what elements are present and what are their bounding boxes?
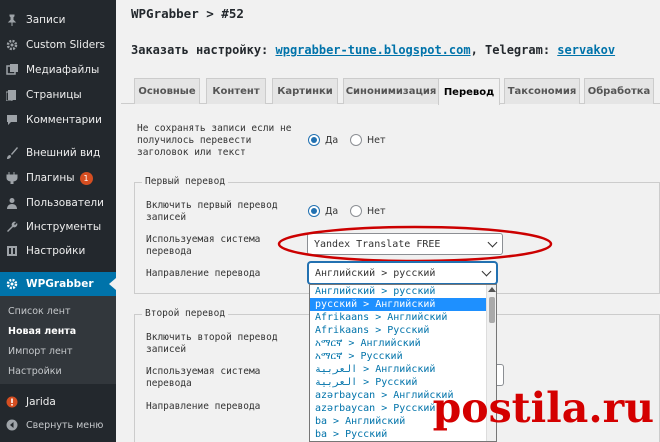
dropdown-option[interactable]: አማርኛ > Русский (310, 350, 487, 363)
no-save-label: Не сохранять записи если не получилось п… (137, 123, 292, 158)
admin-sidebar: Записи Custom Sliders Медиафайлы Страниц… (0, 0, 116, 442)
page-title: WPGrabber > #52 (131, 6, 244, 21)
dropdown-option[interactable]: русский > Английский (310, 298, 487, 311)
tab-taxonomy[interactable]: Таксономия (504, 78, 580, 104)
sidebar-item-users[interactable]: Пользователи (0, 191, 116, 215)
select-value: Английский > русский (315, 267, 436, 279)
comment-icon (6, 114, 18, 126)
sidebar-item-jarida[interactable]: Jarida (0, 390, 116, 414)
sidebar-item-custom-sliders[interactable]: Custom Sliders (0, 33, 116, 57)
dropdown-option[interactable]: አማርኛ > Английский (310, 337, 487, 350)
collapse-icon (6, 419, 18, 431)
dropdown-option[interactable]: Английский > русский (310, 285, 487, 298)
tab-synonymize[interactable]: Синонимизация (343, 78, 439, 104)
wrench-icon (6, 221, 18, 233)
submenu-item-new-feed[interactable]: Новая лента (8, 326, 76, 337)
chevron-down-icon (481, 266, 492, 277)
wpgrabber-submenu: Список лент Новая лента Импорт лент Наст… (0, 296, 116, 384)
scroll-thumb[interactable] (489, 297, 495, 323)
enable-first-no-label: Нет (367, 206, 386, 217)
update-count-badge: 1 (79, 171, 93, 185)
tab-translate[interactable]: Перевод (438, 78, 500, 105)
sidebar-item-label: Свернуть меню (26, 419, 104, 431)
pin-icon (6, 14, 18, 26)
no-save-yes-radio[interactable] (308, 134, 320, 146)
sidebar-item-label: Записи (26, 14, 66, 26)
submenu-item-import[interactable]: Импорт лент (8, 346, 73, 357)
no-save-no-radio[interactable] (350, 134, 362, 146)
enable-first-label: Включить первый перевод записей (146, 200, 278, 223)
sidebar-item-media[interactable]: Медиафайлы (0, 58, 116, 82)
enable-first-yes-radio[interactable] (308, 205, 320, 217)
gear-icon (6, 278, 18, 290)
tune-order-line: Заказать настройку: wpgrabber-tune.blogs… (131, 43, 615, 57)
brush-icon (6, 147, 18, 159)
tab-content[interactable]: Контент (206, 78, 266, 104)
second-translation-title: Второй перевод (142, 308, 229, 319)
translation-direction-select[interactable]: Английский > русский (308, 262, 497, 284)
sidebar-item-label: Настройки (26, 245, 86, 257)
sidebar-item-posts[interactable]: Записи (0, 8, 116, 32)
sidebar-item-pages[interactable]: Страницы (0, 83, 116, 107)
dropdown-option[interactable]: Afrikaans > Английский (310, 311, 487, 324)
enable-first-no-radio[interactable] (350, 205, 362, 217)
system2-label: Используемая система перевода (146, 366, 261, 389)
no-save-no-label: Нет (367, 135, 386, 146)
sidebar-item-label: Пользователи (26, 197, 104, 209)
watermark-logo: postila.ru (432, 384, 654, 432)
dropdown-option[interactable]: العربية > Английский (310, 363, 487, 376)
sidebar-item-label: Комментарии (26, 114, 102, 126)
sidebar-item-label: Медиафайлы (26, 64, 100, 76)
info-icon (6, 396, 18, 408)
sidebar-item-plugins[interactable]: Плагины 1 (0, 166, 116, 190)
sidebar-item-wpgrabber[interactable]: WPGrabber (0, 272, 116, 296)
collapse-menu-button[interactable]: Свернуть меню (0, 413, 116, 437)
scroll-up-arrow-icon[interactable] (488, 287, 496, 292)
media-icon (6, 64, 18, 76)
sidebar-item-tools[interactable]: Инструменты (0, 215, 116, 239)
dropdown-option[interactable]: Afrikaans > Русский (310, 324, 487, 337)
settings-icon (6, 245, 18, 257)
highlight-oval (277, 225, 553, 263)
tune-blog-link[interactable]: wpgrabber-tune.blogspot.com (276, 43, 471, 57)
users-icon (6, 197, 18, 209)
no-save-yes-label: Да (325, 135, 339, 146)
first-translation-title: Первый перевод (142, 176, 229, 187)
sidebar-item-settings[interactable]: Настройки (0, 239, 116, 263)
sidebar-item-label: Страницы (26, 89, 82, 101)
tab-basic[interactable]: Основные (134, 78, 200, 104)
sidebar-item-label: Внешний вид (26, 147, 101, 159)
sidebar-item-label: Custom Sliders (26, 39, 105, 51)
plugin-icon (6, 172, 18, 184)
system-label: Используемая система перевода (146, 234, 261, 257)
enable-second-label: Включить второй перевод записей (146, 332, 278, 355)
sidebar-item-label: WPGrabber (26, 278, 94, 290)
submenu-item-settings[interactable]: Настройки (8, 366, 62, 377)
sidebar-item-label: Плагины (26, 172, 75, 184)
direction-label: Направление перевода (146, 268, 261, 279)
submenu-item-feed-list[interactable]: Список лент (8, 306, 70, 317)
tune-prefix: Заказать настройку: (131, 43, 276, 57)
telegram-link[interactable]: servakov (557, 43, 615, 57)
pages-icon (6, 89, 18, 101)
direction2-label: Направление перевода (146, 401, 261, 412)
enable-first-yes-label: Да (325, 206, 339, 217)
tab-images[interactable]: Картинки (272, 78, 338, 104)
sidebar-item-comments[interactable]: Комментарии (0, 108, 116, 132)
sidebar-item-label: Инструменты (26, 221, 102, 233)
tab-processing[interactable]: Обработка (584, 78, 654, 104)
telegram-prefix: , Telegram: (470, 43, 558, 57)
sidebar-item-label: Jarida (26, 396, 56, 408)
gear-icon (6, 39, 18, 51)
sidebar-item-appearance[interactable]: Внешний вид (0, 141, 116, 165)
